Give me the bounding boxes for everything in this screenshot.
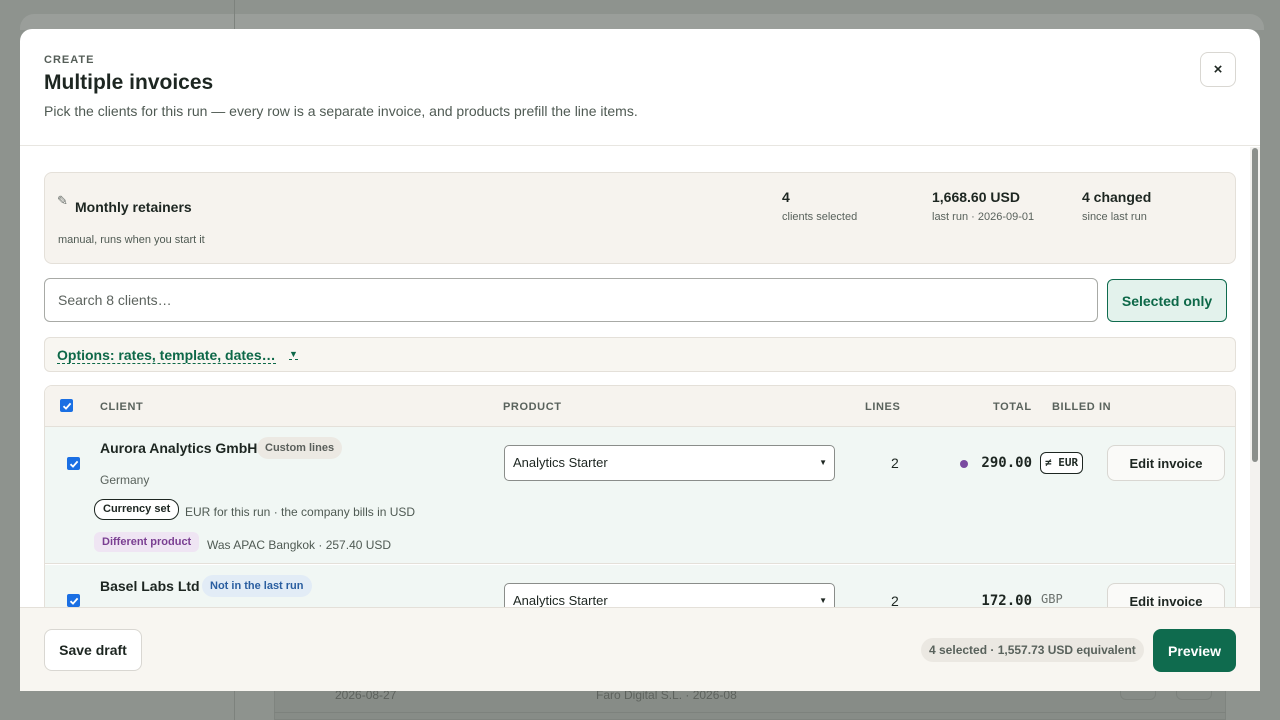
run-name: Monthly retainers [75, 199, 192, 215]
check-icon [69, 460, 78, 468]
preview-button[interactable]: Preview [1153, 629, 1236, 672]
invoice-total: 290.00 [981, 455, 1032, 471]
stat-value: 1,668.60 USD [932, 189, 1020, 205]
client-name: Basel Labs Ltd [100, 578, 200, 594]
modal-body: ✎ Monthly retainers manual, runs when yo… [20, 147, 1260, 607]
run-description: manual, runs when you start it [58, 234, 205, 246]
check-icon [69, 597, 78, 605]
check-icon [62, 402, 71, 410]
create-invoices-modal: CREATE Multiple invoices Pick the client… [20, 29, 1260, 691]
modal-subtitle: Pick the clients for this run — every ro… [44, 103, 638, 119]
modal-title: Multiple invoices [44, 71, 214, 94]
stat-value: 4 changed [1082, 189, 1152, 205]
modal-scrollbar-thumb[interactable] [1252, 148, 1258, 462]
column-header-product[interactable]: PRODUCT [503, 401, 562, 413]
billed-currency: GBP [1041, 592, 1063, 606]
billed-currency-badge: ≠ EUR [1040, 452, 1084, 474]
client-country: Germany [100, 473, 150, 487]
product-select-value: Analytics Starter [513, 455, 608, 470]
stat-changed: 4 changed since last run [1082, 189, 1151, 223]
edit-invoice-button[interactable]: Edit invoice [1107, 583, 1225, 607]
modal-header: CREATE Multiple invoices Pick the client… [20, 29, 1260, 146]
product-note: Was APAC Bangkok · 257.40 USD [207, 538, 392, 552]
different-product-badge: Different product [94, 532, 200, 552]
client-search-input[interactable] [44, 278, 1098, 322]
product-select[interactable]: Analytics Starter ▼ [504, 445, 835, 481]
stat-last-run: 1,668.60 USD last run · 2026-09-01 [932, 189, 1034, 223]
column-header-total[interactable]: TOTAL [993, 401, 1032, 413]
column-header-client[interactable]: CLIENT [100, 401, 143, 413]
chevron-down-icon: ▼ [819, 458, 827, 467]
stat-label: since last run [1082, 211, 1147, 223]
stat-label: clients selected [782, 211, 858, 223]
modal-eyebrow: CREATE [44, 54, 95, 66]
stat-value: 4 [782, 189, 790, 205]
lines-count: 2 [891, 593, 899, 607]
select-all-checkbox[interactable] [60, 399, 73, 412]
status-badge: Not in the last run [202, 575, 312, 597]
invoice-total: 172.00 [981, 593, 1032, 607]
selected-only-toggle[interactable]: Selected only [1107, 279, 1227, 322]
options-bar: Options: rates, template, dates… ▼ [44, 337, 1236, 372]
row-checkbox[interactable] [67, 457, 80, 470]
selection-summary-badge: 4 selected · 1,557.73 USD equivalent [921, 638, 1144, 662]
client-name: Aurora Analytics GmbH [100, 440, 258, 456]
background-divider [274, 712, 1226, 713]
currency-note: EUR for this run · the company bills in … [185, 505, 416, 519]
edit-invoice-button[interactable]: Edit invoice [1107, 445, 1225, 481]
close-button[interactable]: × [1200, 52, 1236, 87]
table-header: CLIENT PRODUCT LINES TOTAL BILLED IN [45, 386, 1235, 427]
run-summary-card: ✎ Monthly retainers manual, runs when yo… [44, 172, 1236, 264]
product-select-value: Analytics Starter [513, 593, 608, 607]
chevron-down-icon: ▼ [819, 596, 827, 605]
column-header-billed-in[interactable]: BILLED IN [1052, 401, 1111, 413]
row-checkbox[interactable] [67, 594, 80, 607]
currency-set-badge: Currency set [94, 499, 180, 520]
status-badge: Custom lines [257, 437, 343, 459]
close-icon: × [1213, 61, 1223, 78]
stat-clients-selected: 4 clients selected [782, 189, 857, 223]
clients-table: CLIENT PRODUCT LINES TOTAL BILLED IN Aur… [44, 385, 1236, 607]
column-header-lines[interactable]: LINES [865, 401, 900, 413]
table-row: Aurora Analytics GmbH Custom lines Germa… [45, 427, 1235, 564]
lines-count: 2 [891, 455, 899, 471]
table-row: Basel Labs Ltd Not in the last run Analy… [45, 565, 1235, 607]
options-toggle[interactable]: Options: rates, template, dates… [57, 348, 276, 364]
modal-footer: Save draft 4 selected · 1,557.73 USD equ… [20, 607, 1260, 691]
save-draft-button[interactable]: Save draft [44, 629, 142, 671]
product-select[interactable]: Analytics Starter ▼ [504, 583, 835, 607]
stat-label: last run · 2026-09-01 [932, 211, 1035, 223]
chevron-down-icon[interactable]: ▼ [289, 350, 298, 360]
background-header [20, 14, 1264, 30]
pencil-icon[interactable]: ✎ [57, 193, 68, 209]
